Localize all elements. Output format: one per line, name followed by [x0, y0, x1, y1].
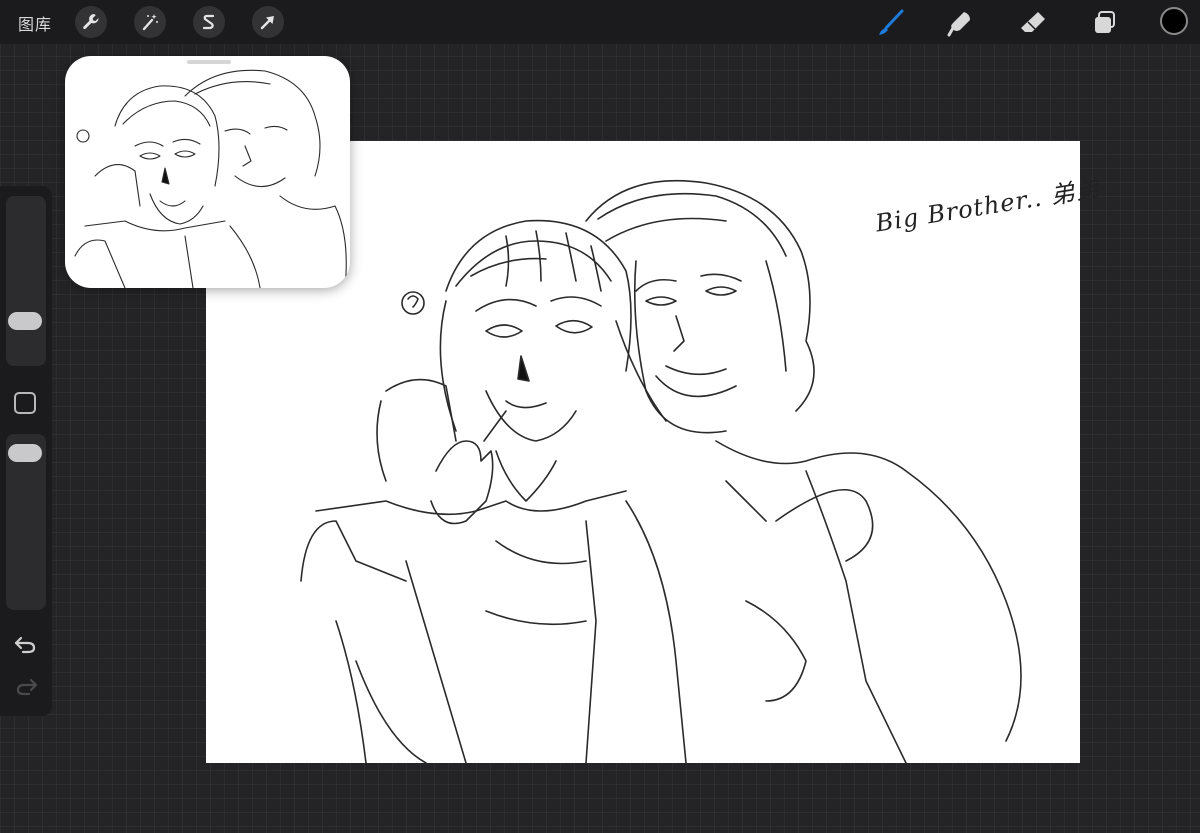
color-swatch[interactable]	[1160, 7, 1188, 35]
arrow-cursor-icon[interactable]	[252, 6, 284, 38]
magic-wand-icon[interactable]	[134, 6, 166, 38]
eraser-icon[interactable]	[1016, 6, 1050, 40]
reference-drag-handle[interactable]	[187, 60, 231, 64]
opacity-slider[interactable]	[6, 434, 46, 610]
reference-window[interactable]	[65, 56, 350, 288]
opacity-knob[interactable]	[8, 444, 42, 462]
redo-icon[interactable]	[13, 676, 39, 698]
modify-button[interactable]	[14, 392, 36, 414]
brush-size-knob[interactable]	[8, 312, 42, 330]
undo-icon[interactable]	[13, 634, 39, 656]
left-sidebar	[0, 186, 52, 716]
layers-icon[interactable]	[1088, 6, 1122, 40]
reference-sketch-thumbnail	[74, 69, 347, 288]
gallery-button[interactable]: 图库	[18, 11, 52, 35]
brush-size-slider[interactable]	[6, 196, 46, 366]
top-toolbar: 图库	[0, 0, 1200, 44]
brush-icon[interactable]	[873, 6, 907, 40]
wrench-icon[interactable]	[75, 6, 107, 38]
smudge-icon[interactable]	[944, 6, 978, 40]
selection-s-icon[interactable]	[193, 6, 225, 38]
